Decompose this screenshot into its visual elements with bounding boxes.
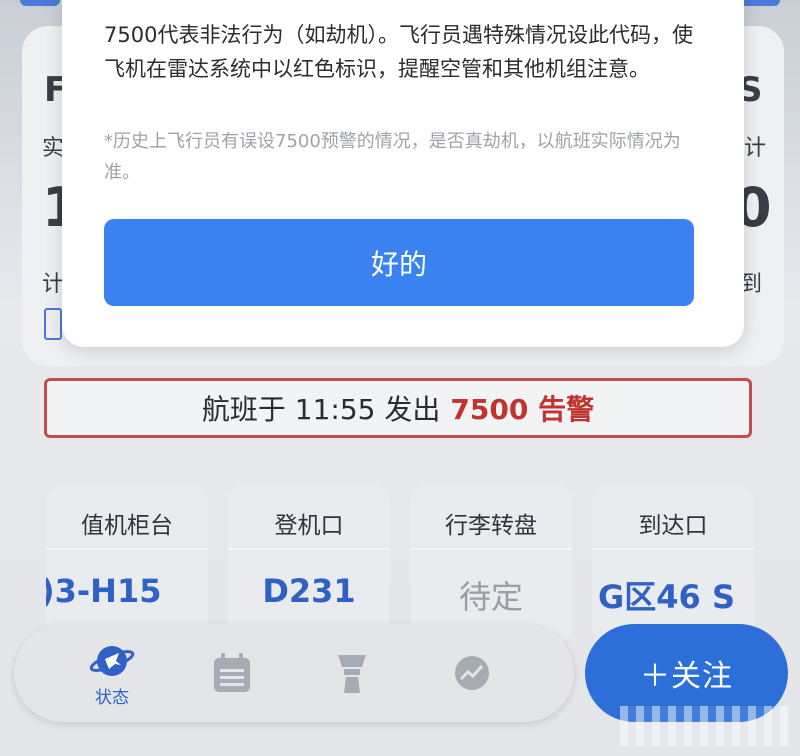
tile-value: 待定 <box>458 578 523 616</box>
tab-calendar[interactable] <box>192 624 272 722</box>
alert-prefix-text: 航班于 11:55 发出 <box>201 393 441 426</box>
watermark-overlay <box>620 706 790 746</box>
calendar-icon <box>214 653 250 692</box>
top-right-tab-edge <box>740 0 780 6</box>
chart-globe-icon <box>455 656 489 690</box>
ok-button[interactable]: 好的 <box>104 219 694 306</box>
tab-status[interactable]: 状态 <box>72 624 152 722</box>
tile-value: D231 <box>262 572 356 610</box>
dialog-description: 7500代表非法行为（如劫机）。飞行员遇特殊情况设此代码，使飞机在雷达系统中以红… <box>104 23 693 81</box>
tile-checkin-counter[interactable]: 值机柜台 )3-H15 <box>46 484 208 644</box>
tile-divider <box>592 548 754 550</box>
tab-discover[interactable] <box>432 624 512 722</box>
card-edge-text-left: 计 <box>42 272 65 297</box>
bottom-tab-bar: 状态 <box>14 624 574 722</box>
tile-divider <box>410 548 572 550</box>
tile-value: G区46 S <box>598 578 735 616</box>
tab-airport[interactable] <box>312 624 392 722</box>
card-edge-text-left: 实 <box>42 136 65 161</box>
control-tower-icon <box>338 655 366 693</box>
tile-label: 到达口 <box>638 513 708 539</box>
tile-divider <box>46 548 208 550</box>
squawk-alert-banner[interactable]: 航班于 11:55 发出 7500 告警 <box>44 378 752 438</box>
checkbox-icon[interactable] <box>44 308 62 340</box>
tile-label: 行李转盘 <box>445 513 537 539</box>
tile-label: 值机柜台 <box>81 513 173 539</box>
tile-divider <box>228 548 390 550</box>
squawk-7500-info-dialog: 7500代表非法行为（如劫机）。飞行员遇特殊情况设此代码，使飞机在雷达系统中以红… <box>62 0 744 347</box>
tile-boarding-gate[interactable]: 登机口 D231 <box>228 484 390 644</box>
tile-value: )3-H15 <box>46 572 162 610</box>
card-edge-text-right: 计 <box>744 136 767 161</box>
alert-code-text: 7500 告警 <box>450 393 595 426</box>
tile-arrival-exit[interactable]: 到达口 G区46 S <box>592 484 754 644</box>
tile-label: 登机口 <box>274 513 344 539</box>
dialog-note: *历史上飞行员有误设7500预警的情况，是否真劫机，以航班实际情况为准。 <box>104 131 681 183</box>
tile-baggage-carousel[interactable]: 行李转盘 待定 <box>410 484 572 644</box>
planet-plane-icon <box>89 645 135 676</box>
tab-status-label: 状态 <box>95 687 129 708</box>
top-left-tab-edge <box>20 0 60 6</box>
